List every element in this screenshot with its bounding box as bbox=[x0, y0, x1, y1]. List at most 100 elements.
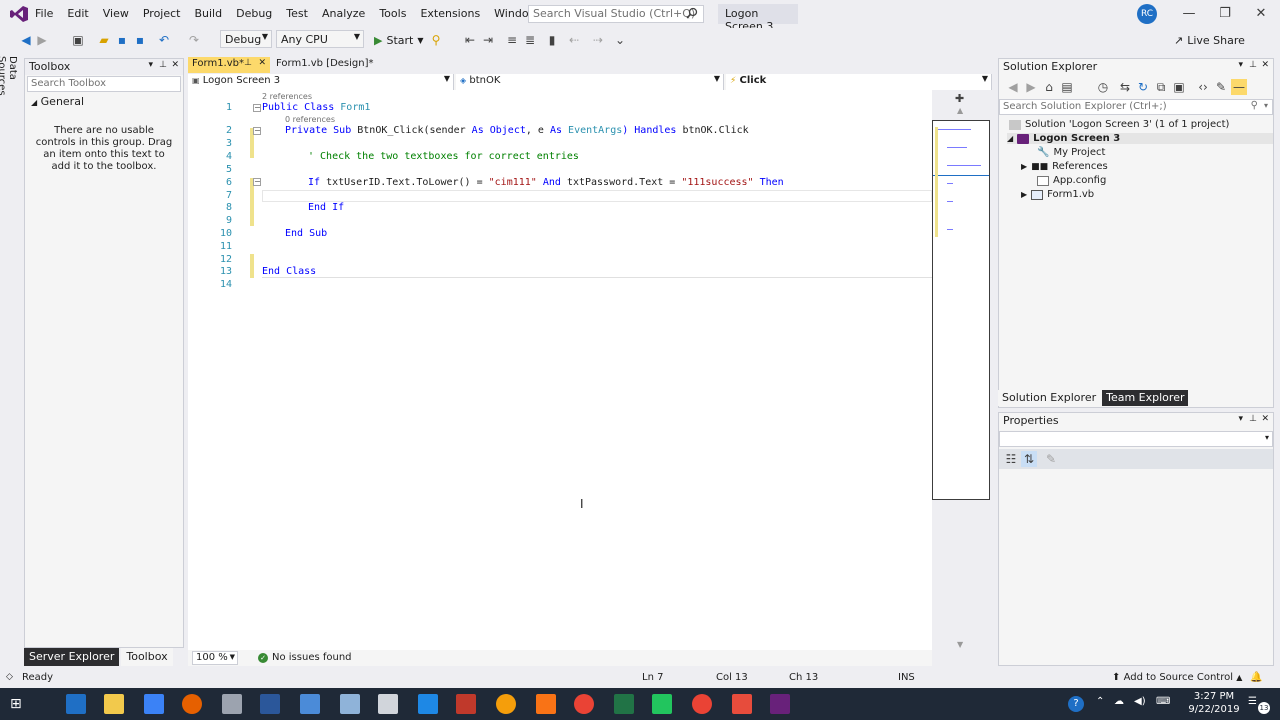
menu-file[interactable]: File bbox=[28, 0, 60, 28]
find-icon[interactable]: ⚲ bbox=[428, 32, 444, 48]
preview-icon[interactable]: — bbox=[1231, 79, 1247, 95]
photoshop-icon[interactable] bbox=[418, 694, 438, 714]
network-icon[interactable] bbox=[300, 694, 320, 714]
object-select[interactable]: ◈ btnOK ▼ bbox=[456, 74, 724, 90]
collapse-all-icon[interactable]: ⧉ bbox=[1153, 79, 1169, 95]
back-icon[interactable]: ◀ bbox=[1005, 79, 1021, 95]
tree-project[interactable]: ◢ Logon Screen 3 bbox=[1007, 133, 1273, 144]
menu-edit[interactable]: Edit bbox=[60, 0, 95, 28]
tab-server-explorer[interactable]: Server Explorer bbox=[24, 648, 120, 666]
notepad-icon[interactable] bbox=[378, 694, 398, 714]
tree-references[interactable]: ▶ ■■ References bbox=[1021, 161, 1108, 172]
show-all-files-icon[interactable]: ▣ bbox=[1171, 79, 1187, 95]
pin-icon[interactable]: ⊥ bbox=[1249, 414, 1257, 424]
chrome-icon[interactable] bbox=[574, 694, 594, 714]
chevron-down-icon[interactable]: ▾ bbox=[1264, 101, 1268, 110]
collapse-icon[interactable]: − bbox=[253, 104, 261, 112]
edge-icon[interactable] bbox=[66, 694, 86, 714]
menu-test[interactable]: Test bbox=[279, 0, 315, 28]
tree-app-config[interactable]: App.config bbox=[1037, 175, 1106, 186]
codelens-references[interactable]: 2 references bbox=[262, 92, 312, 101]
back-icon[interactable]: ◀ bbox=[18, 32, 34, 48]
comment-icon[interactable]: ≡ bbox=[504, 32, 520, 48]
close-icon[interactable]: ✕ bbox=[1250, 4, 1272, 24]
collapse-icon[interactable]: − bbox=[253, 127, 261, 135]
uncomment-icon[interactable]: ≣ bbox=[522, 32, 538, 48]
zoom-select[interactable]: 100 % ▼ bbox=[192, 651, 238, 665]
forward-icon[interactable]: ▶ bbox=[34, 32, 50, 48]
menu-view[interactable]: View bbox=[96, 0, 136, 28]
help-icon[interactable]: ? bbox=[1068, 696, 1084, 712]
step-icon[interactable]: ⇤ bbox=[462, 32, 478, 48]
volume-icon[interactable]: ◀) bbox=[1134, 696, 1146, 707]
maximize-icon[interactable]: ❐ bbox=[1214, 4, 1236, 24]
live-share-button[interactable]: ↗ Live Share bbox=[1172, 30, 1247, 50]
close-icon[interactable]: ✕ bbox=[171, 60, 179, 70]
dropdown-icon[interactable]: ▾ bbox=[1238, 60, 1243, 70]
action-center-icon[interactable]: ☰ bbox=[1248, 696, 1257, 707]
home-icon[interactable]: ⌂ bbox=[1041, 79, 1057, 95]
code-editor[interactable] bbox=[188, 90, 932, 650]
menu-tools[interactable]: Tools bbox=[372, 0, 413, 28]
toolbox-group-general[interactable]: ◢ General bbox=[31, 95, 84, 108]
new-project-icon[interactable]: ▣ bbox=[70, 32, 86, 48]
scroll-down-icon[interactable]: ▼ bbox=[957, 640, 963, 649]
status-insert-mode[interactable]: INS bbox=[898, 672, 915, 683]
sync-icon[interactable]: ⇆ bbox=[1117, 79, 1133, 95]
search-visual-studio-input[interactable]: Search Visual Studio (Ctrl+Q) bbox=[528, 5, 704, 23]
property-pages-icon[interactable]: ✎ bbox=[1043, 451, 1059, 467]
dropdown-icon[interactable]: ▾ bbox=[1238, 414, 1243, 424]
issues-indicator[interactable]: ✓ No issues found bbox=[258, 652, 352, 663]
redo-icon[interactable]: ↷ bbox=[186, 32, 202, 48]
prev-bookmark-icon[interactable]: ⇠ bbox=[566, 32, 582, 48]
switch-views-icon[interactable]: ▤ bbox=[1059, 79, 1075, 95]
categorized-icon[interactable]: ☷ bbox=[1003, 451, 1019, 467]
collapse-icon[interactable]: − bbox=[253, 178, 261, 186]
language-icon[interactable]: ⌨ bbox=[1156, 696, 1170, 707]
windows-start-icon[interactable]: ⊞ bbox=[10, 696, 22, 712]
menu-extensions[interactable]: Extensions bbox=[413, 0, 487, 28]
close-icon[interactable]: ✕ bbox=[1261, 60, 1269, 70]
menu-debug[interactable]: Debug bbox=[229, 0, 279, 28]
scrollbar-minimap[interactable] bbox=[932, 120, 990, 500]
pending-changes-icon[interactable]: ◷ bbox=[1095, 79, 1111, 95]
split-icon[interactable]: ✚ bbox=[955, 92, 964, 105]
tree-my-project[interactable]: 🔧 My Project bbox=[1037, 147, 1105, 158]
solution-configuration-select[interactable]: Debug ▼ bbox=[220, 30, 272, 48]
save-all-icon[interactable]: ▪ bbox=[132, 32, 148, 48]
user-avatar[interactable]: RC bbox=[1137, 4, 1157, 24]
word-icon[interactable] bbox=[260, 694, 280, 714]
solution-platform-select[interactable]: Any CPU ▼ bbox=[276, 30, 364, 48]
pdf-icon[interactable] bbox=[456, 694, 476, 714]
app-icon[interactable] bbox=[222, 694, 242, 714]
menu-analyze[interactable]: Analyze bbox=[315, 0, 372, 28]
view-code-icon[interactable]: ‹› bbox=[1195, 79, 1211, 95]
tab-solution-explorer[interactable]: Solution Explorer bbox=[998, 390, 1101, 406]
search-icon[interactable] bbox=[686, 7, 698, 19]
properties-object-select[interactable]: ▾ bbox=[999, 431, 1273, 447]
start-button[interactable]: ▶ Start ▼ bbox=[372, 30, 426, 50]
save-icon[interactable]: ▪ bbox=[114, 32, 130, 48]
tab-form1-vb[interactable]: Form1.vb* ⊥ ✕ bbox=[188, 57, 270, 73]
open-folder-icon[interactable]: ▰ bbox=[96, 32, 112, 48]
menu-project[interactable]: Project bbox=[136, 0, 188, 28]
tab-toolbox[interactable]: Toolbox bbox=[121, 648, 173, 666]
vlc-icon[interactable] bbox=[536, 694, 556, 714]
excel-icon[interactable] bbox=[614, 694, 634, 714]
file-explorer-icon[interactable] bbox=[104, 694, 124, 714]
project-select[interactable]: ▣ Logon Screen 3 ▼ bbox=[188, 74, 454, 90]
visual-studio-icon[interactable] bbox=[770, 694, 790, 714]
menu-build[interactable]: Build bbox=[187, 0, 229, 28]
event-select[interactable]: ⚡ Click ▼ bbox=[726, 74, 992, 90]
step-over-icon[interactable]: ⇥ bbox=[480, 32, 496, 48]
minimize-icon[interactable]: — bbox=[1178, 4, 1200, 24]
notification-bell-icon[interactable]: 🔔 bbox=[1250, 672, 1262, 683]
pin-icon[interactable]: ⊥ bbox=[159, 60, 167, 70]
refresh-icon[interactable]: ↻ bbox=[1135, 79, 1151, 95]
tab-team-explorer[interactable]: Team Explorer bbox=[1102, 390, 1189, 406]
undo-icon[interactable]: ↶ bbox=[156, 32, 172, 48]
app-icon-2[interactable] bbox=[340, 694, 360, 714]
store-icon[interactable] bbox=[144, 694, 164, 714]
pin-icon[interactable]: ⊥ bbox=[244, 58, 252, 68]
status-char[interactable]: Ch 13 bbox=[789, 672, 818, 683]
